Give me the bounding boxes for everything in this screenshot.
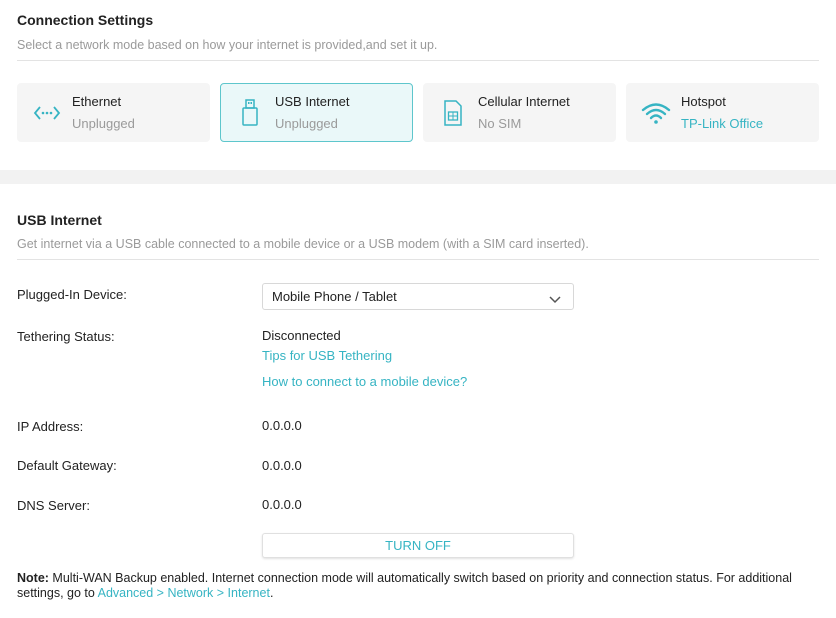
ip-address-label: IP Address:	[17, 419, 84, 434]
card-cellular-internet[interactable]: Cellular Internet No SIM	[423, 83, 616, 142]
connection-settings-section: Connection Settings Select a network mod…	[0, 0, 836, 170]
default-gateway-label: Default Gateway:	[17, 458, 117, 473]
sim-card-icon	[438, 98, 468, 128]
card-hotspot-status[interactable]: TP-Link Office	[681, 116, 763, 131]
tethering-status-value: Disconnected	[262, 328, 341, 343]
card-usb-name: USB Internet	[275, 94, 350, 109]
plugged-device-label: Plugged-In Device:	[17, 287, 127, 302]
card-cellular-status: No SIM	[478, 116, 522, 131]
section-divider	[0, 170, 836, 184]
connection-mode-cards: Ethernet Unplugged USB Internet Unplugge…	[17, 83, 819, 142]
default-gateway-value: 0.0.0.0	[262, 458, 302, 473]
card-usb-internet[interactable]: USB Internet Unplugged	[220, 83, 413, 142]
dns-server-value: 0.0.0.0	[262, 497, 302, 512]
note-prefix: Note:	[17, 571, 49, 585]
tethering-status-label: Tethering Status:	[17, 329, 115, 344]
usb-internet-subtitle: Get internet via a USB cable connected t…	[17, 237, 819, 260]
tips-usb-tethering-link[interactable]: Tips for USB Tethering	[262, 348, 392, 363]
plugged-device-value: Mobile Phone / Tablet	[272, 289, 397, 304]
turn-off-button[interactable]: TURN OFF	[262, 533, 574, 558]
ethernet-icon	[32, 98, 62, 128]
card-ethernet[interactable]: Ethernet Unplugged	[17, 83, 210, 142]
how-to-connect-link[interactable]: How to connect to a mobile device?	[262, 374, 467, 389]
usb-icon	[235, 98, 265, 128]
dns-server-label: DNS Server:	[17, 498, 90, 513]
connection-settings-subtitle: Select a network mode based on how your …	[17, 38, 819, 61]
advanced-network-internet-link[interactable]: Advanced > Network > Internet	[98, 586, 270, 600]
card-ethernet-status: Unplugged	[72, 116, 135, 131]
card-usb-status: Unplugged	[275, 116, 338, 131]
note-suffix: .	[269, 586, 274, 600]
ip-address-value: 0.0.0.0	[262, 418, 302, 433]
connection-settings-title: Connection Settings	[17, 12, 154, 28]
card-cellular-name: Cellular Internet	[478, 94, 570, 109]
card-hotspot[interactable]: Hotspot TP-Link Office	[626, 83, 819, 142]
card-ethernet-name: Ethernet	[72, 94, 122, 109]
multi-wan-note: Note: Multi-WAN Backup enabled. Internet…	[17, 571, 822, 601]
plugged-device-select[interactable]: Mobile Phone / Tablet	[262, 283, 574, 310]
chevron-down-icon	[549, 292, 561, 307]
usb-internet-title: USB Internet	[17, 212, 102, 228]
card-hotspot-name: Hotspot	[681, 94, 726, 109]
wifi-icon	[641, 98, 671, 128]
